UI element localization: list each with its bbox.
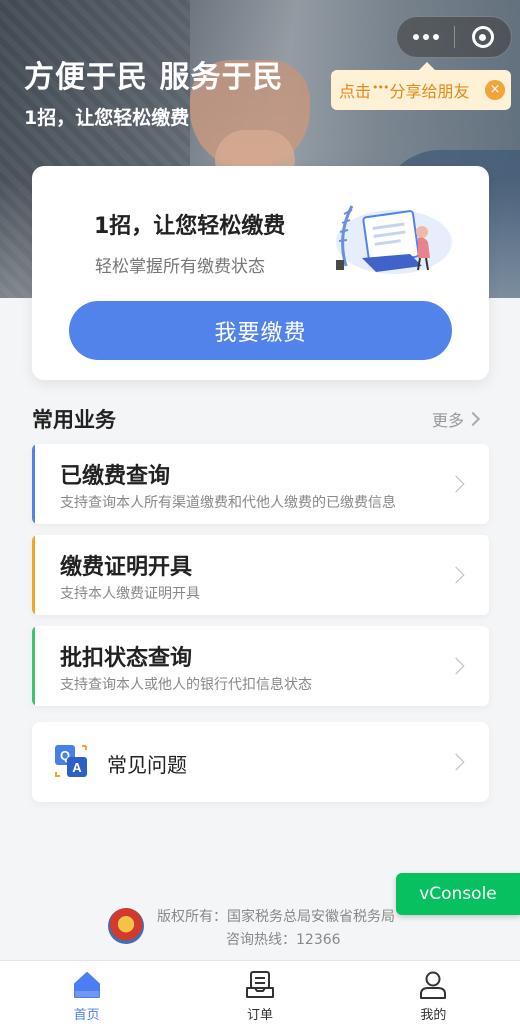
- faq-item[interactable]: Q A 常见问题: [32, 722, 489, 802]
- payment-card: 1招，让您轻松缴费 轻松掌握所有缴费状态 我要缴费: [32, 166, 489, 380]
- tax-bureau-emblem: [108, 908, 144, 944]
- share-tip: 点击 ••• 分享给朋友 ×: [331, 62, 511, 110]
- service-title: 缴费证明开具: [60, 555, 193, 580]
- user-icon: [420, 971, 447, 999]
- miniprogram-capsule: [396, 16, 512, 58]
- chevron-right-icon: [447, 475, 465, 493]
- service-desc: 支持查询本人或他人的银行代扣信息状态: [60, 677, 312, 693]
- tab-label: 订单: [246, 1008, 273, 1023]
- service-title: 批扣状态查询: [60, 646, 193, 671]
- target-icon: [471, 26, 494, 48]
- dot-icon: [432, 34, 439, 40]
- close-tip-button[interactable]: ×: [485, 80, 505, 100]
- svg-text:A: A: [72, 760, 82, 775]
- vconsole-button[interactable]: vConsole: [396, 873, 520, 915]
- footer-hotline: 咨询热线：12366: [226, 932, 341, 948]
- qa-icon: Q A: [55, 745, 87, 777]
- chevron-right-icon: [447, 753, 465, 771]
- tab-label: 首页: [73, 1008, 100, 1023]
- card-title: 1招，让您轻松缴费: [94, 214, 286, 239]
- payment-illustration: [336, 205, 452, 274]
- close-miniprogram-button[interactable]: [455, 16, 511, 58]
- dot-icon: [422, 34, 429, 40]
- card-subtitle: 轻松掌握所有缴费状态: [95, 257, 265, 277]
- accent-bar: [32, 535, 35, 615]
- more-services-link[interactable]: 更多: [432, 407, 481, 431]
- service-desc: 支持本人缴费证明开具: [60, 586, 200, 602]
- faq-label: 常见问题: [107, 753, 187, 777]
- footer-copyright: 版权所有：国家税务总局安徽省税务局: [157, 909, 395, 925]
- pay-now-button[interactable]: 我要缴费: [69, 301, 452, 360]
- tab-orders[interactable]: 订单: [173, 961, 346, 1030]
- hero-title: 方便于民 服务于民: [24, 60, 284, 95]
- home-icon: [73, 972, 100, 998]
- section-title: 常用业务: [32, 408, 116, 432]
- service-debit-status[interactable]: 批扣状态查询 支持查询本人或他人的银行代扣信息状态: [32, 626, 489, 706]
- hero-subtitle: 1招，让您轻松缴费: [24, 107, 190, 129]
- service-certificate[interactable]: 缴费证明开具 支持本人缴费证明开具: [32, 535, 489, 615]
- chevron-right-icon: [447, 566, 465, 584]
- more-menu-button[interactable]: [397, 16, 454, 58]
- tab-mine[interactable]: 我的: [347, 961, 520, 1030]
- tab-home[interactable]: 首页: [0, 961, 173, 1030]
- tab-label: 我的: [420, 1008, 447, 1023]
- dot-icon: [412, 34, 419, 40]
- share-tip-dots: •••: [372, 80, 389, 94]
- service-paid-query[interactable]: 已缴费查询 支持查询本人所有渠道缴费和代他人缴费的已缴费信息: [32, 444, 489, 524]
- chevron-right-icon: [447, 657, 465, 675]
- order-icon: [245, 971, 274, 998]
- accent-bar: [32, 444, 35, 524]
- share-tip-suffix: 分享给朋友: [389, 82, 470, 101]
- service-title: 已缴费查询: [60, 464, 171, 489]
- share-tip-prefix: 点击: [339, 82, 372, 101]
- more-label: 更多: [432, 411, 465, 430]
- service-desc: 支持查询本人所有渠道缴费和代他人缴费的已缴费信息: [60, 495, 396, 511]
- accent-bar: [32, 626, 35, 706]
- chevron-right-icon: [465, 411, 481, 427]
- tab-bar: 首页 订单 我的: [0, 960, 520, 1030]
